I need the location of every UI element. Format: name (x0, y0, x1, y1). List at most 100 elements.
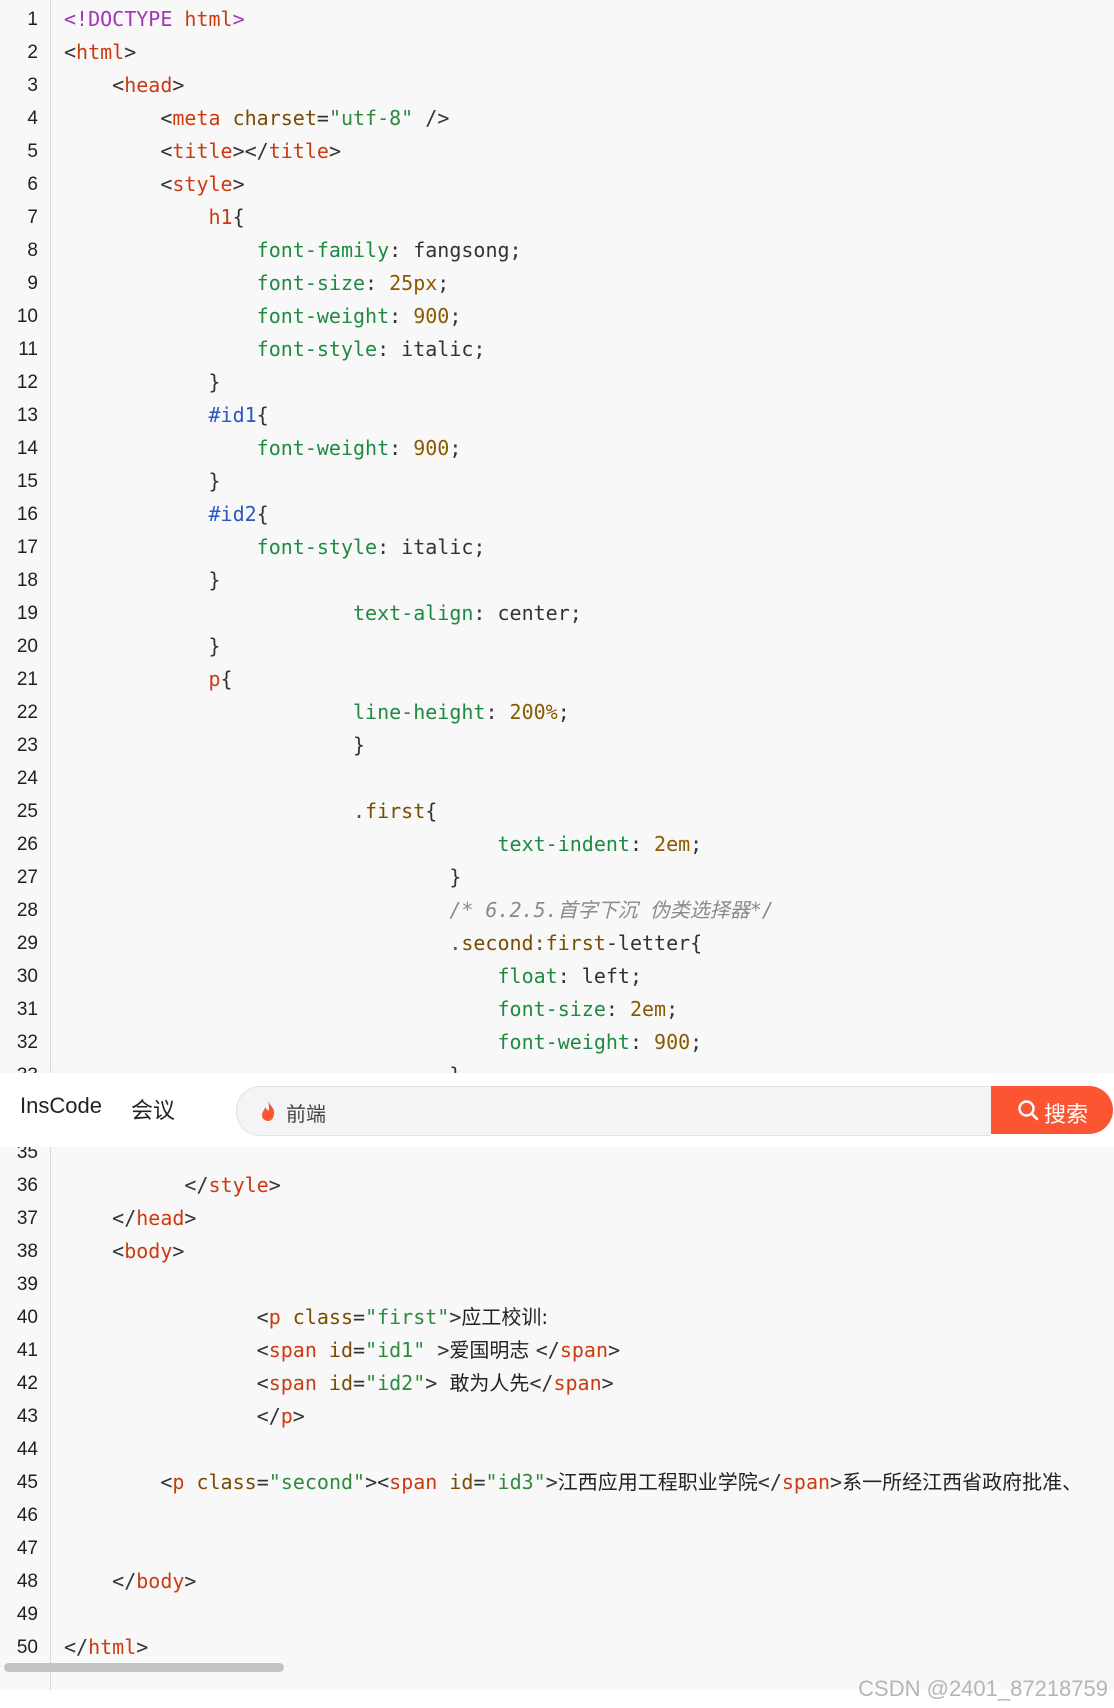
code-token: > (136, 1635, 149, 1659)
line-number: 9 (27, 273, 38, 294)
code-token: ; (449, 436, 462, 460)
inscode-link[interactable]: InsCode (20, 1093, 102, 1119)
scrollbar-thumb[interactable] (4, 1663, 284, 1672)
line-number: 27 (16, 867, 38, 888)
code-token: id (449, 1470, 474, 1494)
code-token: </ (535, 1338, 560, 1362)
code-token: < (64, 139, 173, 163)
code-token: > (184, 1206, 197, 1230)
code-token: > (425, 1371, 450, 1395)
code-token: span (268, 1371, 329, 1395)
code-token: = (353, 1305, 366, 1329)
line-number: 19 (16, 603, 38, 624)
code-text: <p class="second"><span id="id3">江西应用工程职… (64, 1466, 1082, 1499)
watermark: CSDN @2401_87218759 (858, 1676, 1108, 1701)
code-token: { (232, 205, 245, 229)
line-number: 6 (27, 174, 38, 195)
code-token: -letter{ (605, 931, 703, 955)
code-token: font-style (256, 337, 378, 361)
line-number: 30 (16, 966, 38, 987)
code-token: 900 (654, 1030, 691, 1054)
code-token: html (76, 40, 125, 64)
code-token: "second" (268, 1470, 366, 1494)
code-token: title (268, 139, 329, 163)
code-token: .second:first (449, 931, 606, 955)
code-token: p (280, 1404, 293, 1428)
code-token: } (64, 370, 221, 394)
search-box[interactable] (236, 1086, 991, 1137)
code-token: ; (690, 1030, 703, 1054)
line-number: 16 (16, 504, 38, 525)
code-token: ; (437, 271, 450, 295)
code-token: 200% (509, 700, 558, 724)
search-button[interactable]: 搜索 (991, 1086, 1113, 1134)
code-token: 系一所经江西省政府批准、 (842, 1470, 1083, 1494)
code-token: </ (64, 1404, 281, 1428)
code-text: } (64, 861, 461, 894)
code-token: = (353, 1338, 366, 1362)
code-token: < (64, 172, 173, 196)
code-token: head (136, 1206, 185, 1230)
line-number: 38 (16, 1241, 38, 1262)
code-token: > (545, 1470, 558, 1494)
code-token: < (64, 1338, 269, 1362)
code-text: p{ (64, 663, 233, 696)
code-text: float: left; (64, 960, 642, 993)
meeting-link[interactable]: 会议 (131, 1093, 175, 1125)
code-token: { (425, 799, 438, 823)
line-number: 37 (16, 1208, 38, 1229)
line-number: 31 (16, 999, 38, 1020)
line-number: 47 (16, 1538, 38, 1559)
code-token: < (64, 40, 77, 64)
code-token: : (629, 1030, 655, 1054)
code-text: } (64, 729, 365, 762)
code-token: html (184, 7, 233, 31)
code-token: "utf-8" (328, 106, 414, 130)
code-token: id (328, 1338, 354, 1362)
line-number: 22 (16, 702, 38, 723)
code-text: } (64, 630, 220, 663)
line-number: 10 (16, 306, 38, 327)
code-text: <meta charset="utf-8" /> (64, 102, 449, 135)
code-token: : center; (473, 601, 582, 625)
code-token: : (629, 832, 655, 856)
code-token: > (830, 1470, 843, 1494)
line-number: 14 (16, 438, 38, 459)
search-input[interactable] (284, 1087, 978, 1137)
line-number: 48 (16, 1571, 38, 1592)
code-text: } (64, 366, 221, 399)
code-text: </body> (64, 1565, 196, 1598)
code-token: line-height (352, 700, 486, 724)
code-text: h1{ (64, 201, 245, 234)
code-text: font-weight: 900; (64, 300, 462, 333)
code-token: "id1" (365, 1338, 426, 1362)
code-token: font-style (256, 535, 378, 559)
code-text: #id1{ (64, 399, 269, 432)
code-token: > (232, 172, 245, 196)
code-token: : (389, 436, 414, 460)
code-token: } (64, 733, 366, 757)
code-token: span (268, 1338, 329, 1362)
code-token: } (64, 865, 462, 889)
line-number: 35 (16, 1147, 38, 1163)
line-number: 25 (16, 801, 38, 822)
horizontal-scrollbar[interactable] (0, 1660, 1114, 1674)
line-number: 23 (16, 735, 38, 756)
code-token: ; (690, 832, 703, 856)
code-token: p (172, 1470, 197, 1494)
code-token: 900 (413, 436, 450, 460)
code-token: p (208, 667, 221, 691)
code-token: >< (365, 1470, 390, 1494)
code-token: </ (64, 1173, 209, 1197)
code-token: < (64, 106, 173, 130)
code-token: { (256, 502, 269, 526)
code-token: 敢为人先 (449, 1371, 530, 1395)
